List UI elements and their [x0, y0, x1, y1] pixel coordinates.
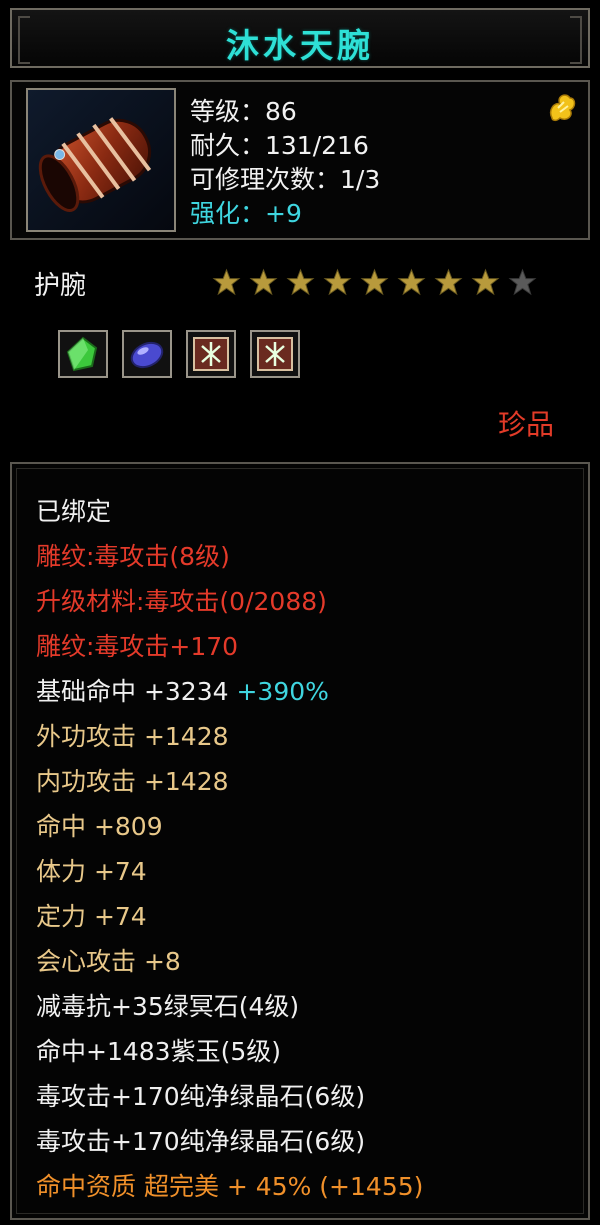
- star-filled-icon: [249, 268, 278, 296]
- crit-attack-line: 会心攻击 +8: [36, 947, 181, 976]
- star-filled-icon: [360, 268, 389, 296]
- star-filled-icon: [323, 268, 352, 296]
- star-filled-icon: [434, 268, 463, 296]
- attribute-panel: 已绑定 雕纹:毒攻击(8级) 升级材料:毒攻击(0/2088) 雕纹:毒攻击+1…: [10, 462, 590, 1220]
- engrave-bonus-line: 雕纹:毒攻击+170: [36, 632, 239, 661]
- socketed-gems: [58, 330, 300, 378]
- base-hit-value: 基础命中 +3234: [36, 677, 237, 706]
- carving-rune-icon[interactable]: [186, 330, 236, 378]
- bracer-icon: [26, 88, 176, 232]
- gem-line-4: 毒攻击+170纯净绿晶石(6级): [36, 1127, 366, 1156]
- hit-line: 命中 +809: [36, 812, 163, 841]
- inner-attack-line: 内功攻击 +1428: [36, 767, 229, 796]
- bound-status: 已绑定: [36, 497, 112, 526]
- focus-line: 定力 +74: [36, 902, 147, 931]
- star-filled-icon: [397, 268, 426, 296]
- engrave-line: 雕纹:毒攻击(8级): [36, 542, 230, 571]
- item-type: 护腕: [34, 271, 87, 301]
- star-filled-icon: [286, 268, 315, 296]
- item-name: 沐水天腕: [226, 26, 374, 65]
- outer-attack-line: 外功攻击 +1428: [36, 722, 229, 751]
- base-hit-percent: +390%: [236, 677, 329, 706]
- star-empty-icon: [508, 268, 537, 296]
- carving-rune-icon[interactable]: [250, 330, 300, 378]
- star-filled-icon: [471, 268, 500, 296]
- item-durability: 耐久：131/216: [190, 131, 369, 160]
- item-enhance: 强化：+9: [190, 199, 302, 228]
- stamina-line: 体力 +74: [36, 857, 147, 886]
- item-header: 等级：86 耐久：131/216 可修理次数：1/3 强化：+9: [10, 80, 590, 240]
- star-rating: [212, 268, 537, 297]
- golden-seal-icon: [544, 90, 578, 124]
- item-repairs: 可修理次数：1/3: [190, 165, 381, 194]
- gem-line-2: 命中+1483紫玉(5级): [36, 1037, 281, 1066]
- rarity-label: 珍品: [497, 408, 554, 441]
- title-bar: 沐水天腕: [10, 8, 590, 68]
- star-filled-icon: [212, 268, 241, 296]
- item-level: 等级：86: [190, 97, 297, 126]
- purple-jade-icon[interactable]: [122, 330, 172, 378]
- green-crystal-icon[interactable]: [58, 330, 108, 378]
- gem-line-1: 减毒抗+35绿冥石(4级): [36, 992, 300, 1021]
- upgrade-material-line: 升级材料:毒攻击(0/2088): [36, 587, 327, 616]
- quality-line: 命中资质 超完美 + 45% (+1455): [36, 1172, 424, 1201]
- base-hit-line: 基础命中 +3234 +390%: [36, 676, 329, 708]
- item-tooltip: 沐水天腕 等级：86 耐久：131/216 可修理次数：1/3 强化：+9 护腕…: [0, 0, 600, 1225]
- gem-line-3: 毒攻击+170纯净绿晶石(6级): [36, 1082, 366, 1111]
